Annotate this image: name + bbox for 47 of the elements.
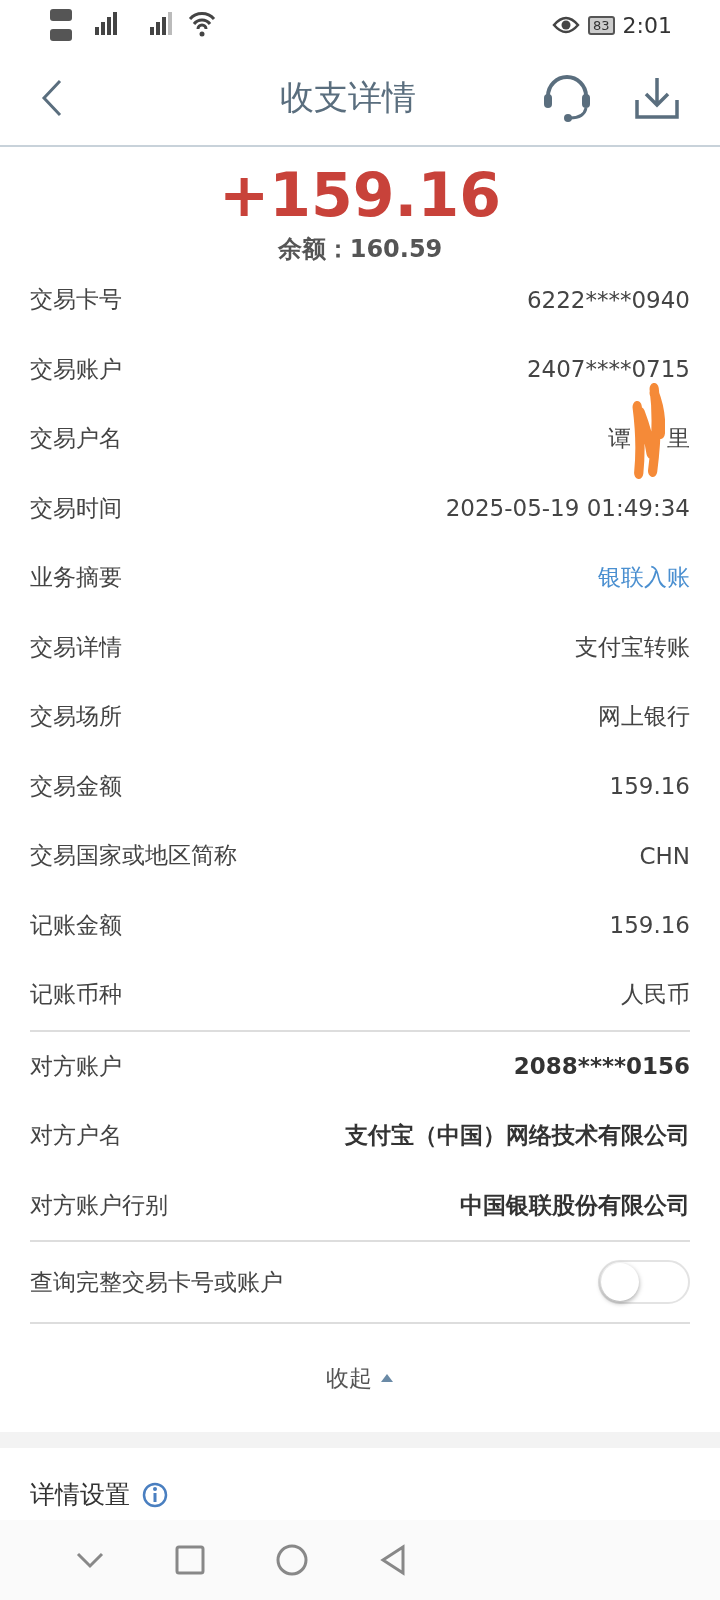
page-title: 收支详情: [279, 75, 417, 119]
field-value: 2025-05-19 01:49:34: [445, 495, 690, 522]
field-label: 业务摘要: [30, 563, 122, 593]
field-value: 159.16: [609, 912, 690, 939]
eye-icon: [552, 15, 581, 35]
recents-icon[interactable]: [175, 1545, 205, 1575]
caret-up-icon: [380, 1373, 394, 1383]
collapse-button[interactable]: 收起: [30, 1324, 690, 1432]
toggle-label: 查询完整交易卡号或账户: [30, 1267, 283, 1297]
download-icon[interactable]: [634, 75, 680, 120]
field-label: 对方账户: [30, 1051, 122, 1081]
field-label: 交易卡号: [30, 285, 122, 315]
toggle-switch[interactable]: [598, 1260, 690, 1304]
battery-level: 83: [588, 15, 615, 35]
headset-icon[interactable]: [542, 73, 592, 122]
field-value: 谭: [608, 424, 631, 454]
field-value: 支付宝（中国）网络技术有限公司: [345, 1121, 690, 1151]
back-triangle-icon[interactable]: [379, 1544, 407, 1576]
field-value: 里: [667, 424, 690, 454]
field-value: CHN: [639, 842, 690, 869]
info-icon[interactable]: [142, 1481, 168, 1508]
chevron-down-icon[interactable]: [75, 1551, 105, 1569]
field-value: 网上银行: [598, 702, 690, 732]
field-value: 支付宝转账: [575, 632, 690, 662]
field-label: 交易详情: [30, 632, 122, 662]
clock-time: 2:01: [622, 12, 672, 38]
field-label: 交易账户: [30, 354, 122, 384]
field-value: 2407****0715: [526, 356, 690, 383]
field-label: 记账币种: [30, 980, 122, 1010]
field-label: 记账金额: [30, 910, 122, 940]
field-label: 交易金额: [30, 771, 122, 801]
back-button[interactable]: [40, 77, 64, 118]
field-value: 6222****0940: [526, 286, 690, 313]
field-label: 交易时间: [30, 493, 122, 523]
field-value: 2088****0156: [513, 1053, 690, 1080]
home-icon[interactable]: [275, 1543, 309, 1577]
field-value: 159.16: [609, 773, 690, 800]
field-label: 对方账户行别: [30, 1190, 168, 1220]
field-label: 交易户名: [30, 424, 122, 454]
field-label: 对方户名: [30, 1121, 122, 1151]
field-value: 人民币: [621, 980, 690, 1010]
section-title: 详情设置: [30, 1479, 130, 1511]
field-label: 交易国家或地区简称: [30, 841, 237, 871]
field-label: 交易场所: [30, 702, 122, 732]
field-value: 中国银联股份有限公司: [460, 1190, 690, 1220]
balance-text: 余额：160.59: [276, 234, 444, 265]
transaction-amount: +159.16: [218, 159, 502, 231]
